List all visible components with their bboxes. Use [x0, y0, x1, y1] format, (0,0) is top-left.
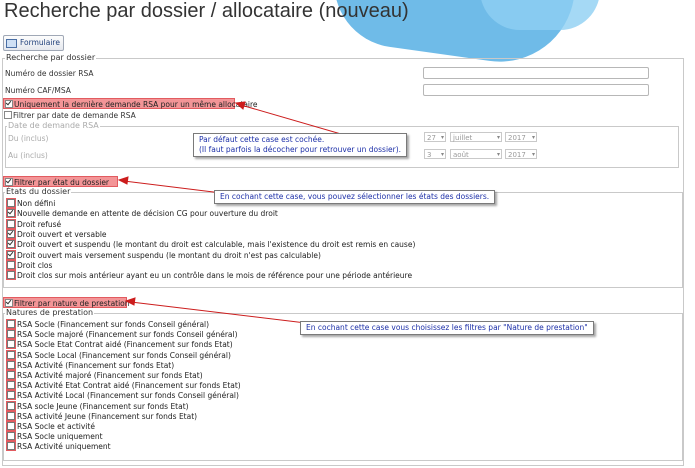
annotation-arrows	[117, 101, 375, 330]
note-filtre-etat: En cochant cette case, vous pouvez sélec…	[214, 190, 496, 204]
note-derniere-demande: Par défaut cette case est cochée. (Il fa…	[193, 133, 408, 157]
note-filtre-nature: En cochant cette case vous choisissez le…	[300, 321, 594, 335]
arrowhead-2	[117, 176, 129, 185]
note1-line1: Par défaut cette case est cochée.	[199, 135, 325, 144]
note1-line2: (Il faut parfois la décocher pour retrou…	[199, 145, 402, 154]
arrowhead-1	[234, 101, 246, 110]
arrowhead-3	[124, 297, 136, 306]
